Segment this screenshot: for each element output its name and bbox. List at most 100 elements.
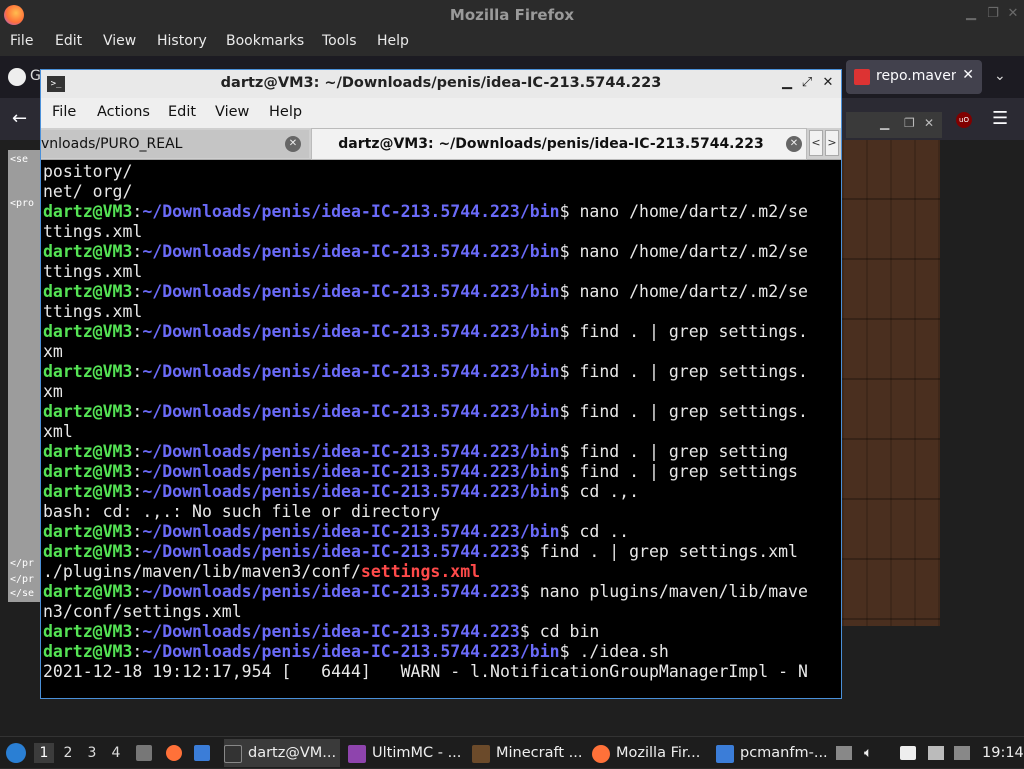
minimize-icon[interactable]: ▁ [962,5,980,23]
terminal-line: dartz@VM3:~/Downloads/penis/idea-IC-213.… [43,642,839,662]
terminal-text: ttings.xml [43,222,143,241]
volume-icon[interactable]: 🔈︎ [864,737,872,769]
desktop-1[interactable]: 1 [34,743,54,763]
maximize-icon[interactable]: ❐ [904,116,915,130]
chevron-down-icon[interactable]: ⌄ [994,68,1006,84]
terminal-text: : [132,582,143,601]
file-manager-launcher-icon[interactable] [136,745,152,761]
prompt-path: ~/Downloads/penis/idea-IC-213.5744.223/b… [142,362,560,381]
terminal-text: $ cd .. [559,522,630,541]
tab-close-icon[interactable]: ✕ [962,67,974,83]
prompt-user: dartz@VM3 [43,322,133,341]
match-highlight: settings.xml [360,562,481,581]
terminal-text: $ find . | grep settings. [559,402,808,421]
terminal-window[interactable]: >_ dartz@VM3: ~/Downloads/penis/idea-IC-… [40,69,842,699]
menu-help[interactable]: Help [377,33,409,49]
terminal-line: dartz@VM3:~/Downloads/penis/idea-IC-213.… [43,442,839,462]
terminal-line: dartz@VM3:~/Downloads/penis/idea-IC-213.… [43,582,839,602]
firefox-inner-toolbar: ▁ ❐ ✕ [846,112,942,138]
terminal-line: dartz@VM3:~/Downloads/penis/idea-IC-213.… [43,622,839,642]
terminal-text: : [132,242,143,261]
eject-icon[interactable] [836,746,852,760]
terminal-output[interactable]: pository/net/ org/dartz@VM3:~/Downloads/… [43,162,839,696]
menu-actions[interactable]: Actions [97,104,150,120]
terminal-text: : [132,642,143,661]
menu-edit[interactable]: Edit [55,33,82,49]
firefox-launcher-icon[interactable] [166,745,182,761]
tab-close-icon[interactable]: ✕ [285,136,301,152]
terminal-line: xm [43,382,839,402]
menu-help[interactable]: Help [269,104,302,120]
maximize-icon[interactable]: ❐ [984,5,1002,23]
terminal-text: $ ./idea.sh [559,642,669,661]
terminal-text: $ find . | grep settings. [559,322,808,341]
terminal-line: bash: cd: .,.: No such file or directory [43,502,839,522]
menu-view[interactable]: View [103,33,136,49]
menu-tools[interactable]: Tools [322,33,357,49]
close-icon[interactable]: ✕ [1004,5,1022,23]
terminal-text: : [132,482,143,501]
task-firefox[interactable]: Mozilla Fir... [592,739,708,767]
xml-tag-text: <pro [10,198,35,209]
terminal-line: n3/conf/settings.xml [43,602,839,622]
menu-bookmarks[interactable]: Bookmarks [226,33,304,49]
menu-edit[interactable]: Edit [168,104,196,120]
prompt-user: dartz@VM3 [43,522,133,541]
menu-history[interactable]: History [157,33,207,49]
minimize-icon[interactable]: ▁ [779,75,795,90]
clock[interactable]: 19:14 [982,737,1024,769]
task-minecraft[interactable]: Minecraft ... [472,739,588,767]
tab-scroll-right-icon[interactable]: > [825,130,839,156]
prompt-path: ~/Downloads/penis/idea-IC-213.5744.223/b… [142,442,560,461]
tab-scroll-left-icon[interactable]: < [809,130,823,156]
tab-close-icon[interactable]: ✕ [786,136,802,152]
desktop-3[interactable]: 3 [82,743,102,763]
task-ultimmc[interactable]: UltimMC - ... [348,739,464,767]
terminal-line: ttings.xml [43,302,839,322]
menu-view[interactable]: View [215,104,249,120]
tab-idea-bin[interactable]: dartz@VM3: ~/Downloads/penis/idea-IC-213… [311,128,807,160]
terminal-text: net/ org/ [43,182,133,201]
ublock-icon[interactable]: uO [956,112,972,128]
clipboard-icon[interactable] [900,746,916,760]
terminal-text: pository/ [43,162,133,181]
terminal-line: dartz@VM3:~/Downloads/penis/idea-IC-213.… [43,202,839,222]
tab-puro-real[interactable]: vnloads/PURO_REAL ✕ [41,130,309,158]
minimize-icon[interactable]: ▁ [880,116,889,130]
close-icon[interactable]: ✕ [924,116,934,130]
desktop-2[interactable]: 2 [58,743,78,763]
terminal-line: dartz@VM3:~/Downloads/penis/idea-IC-213.… [43,362,839,382]
terminal-text: n3/conf/settings.xml [43,602,242,621]
terminal-text: ./plugins/maven/lib/maven3/conf/ [43,562,361,581]
close-icon[interactable]: ✕ [820,75,836,90]
prompt-path: ~/Downloads/penis/idea-IC-213.5744.223/b… [142,642,560,661]
maximize-icon[interactable]: ⤢ [799,75,815,90]
network-icon[interactable] [928,746,944,760]
prompt-user: dartz@VM3 [43,542,133,561]
terminal-line: dartz@VM3:~/Downloads/penis/idea-IC-213.… [43,542,839,562]
xml-tag-text: </pr [10,574,35,585]
menu-file[interactable]: File [10,33,33,49]
bluetooth-icon[interactable] [954,746,970,760]
start-menu-icon[interactable] [6,743,26,763]
terminal-line: dartz@VM3:~/Downloads/penis/idea-IC-213.… [43,462,839,482]
terminal-text: $ cd bin [519,622,600,641]
task-terminal[interactable]: dartz@VM... [224,739,340,767]
prompt-user: dartz@VM3 [43,202,133,221]
terminal-titlebar[interactable]: >_ dartz@VM3: ~/Downloads/penis/idea-IC-… [41,70,841,98]
github-icon[interactable] [8,68,26,86]
task-pcmanfm[interactable]: pcmanfm-... [716,739,828,767]
terminal-text: xml [43,422,73,441]
hamburger-menu-icon[interactable]: ☰ [992,108,1008,129]
tab-repo-maven[interactable]: repo.maven ✕ [846,60,982,94]
prompt-user: dartz@VM3 [43,642,133,661]
terminal-text: : [132,322,143,341]
desktop-4[interactable]: 4 [106,743,126,763]
terminal-text: xm [43,342,63,361]
menu-file[interactable]: File [52,104,76,120]
show-desktop-icon[interactable] [194,745,210,761]
prompt-path: ~/Downloads/penis/idea-IC-213.5744.223 [142,542,520,561]
prompt-path: ~/Downloads/penis/idea-IC-213.5744.223/b… [142,522,560,541]
back-arrow-icon[interactable]: ← [12,108,27,129]
prompt-user: dartz@VM3 [43,242,133,261]
